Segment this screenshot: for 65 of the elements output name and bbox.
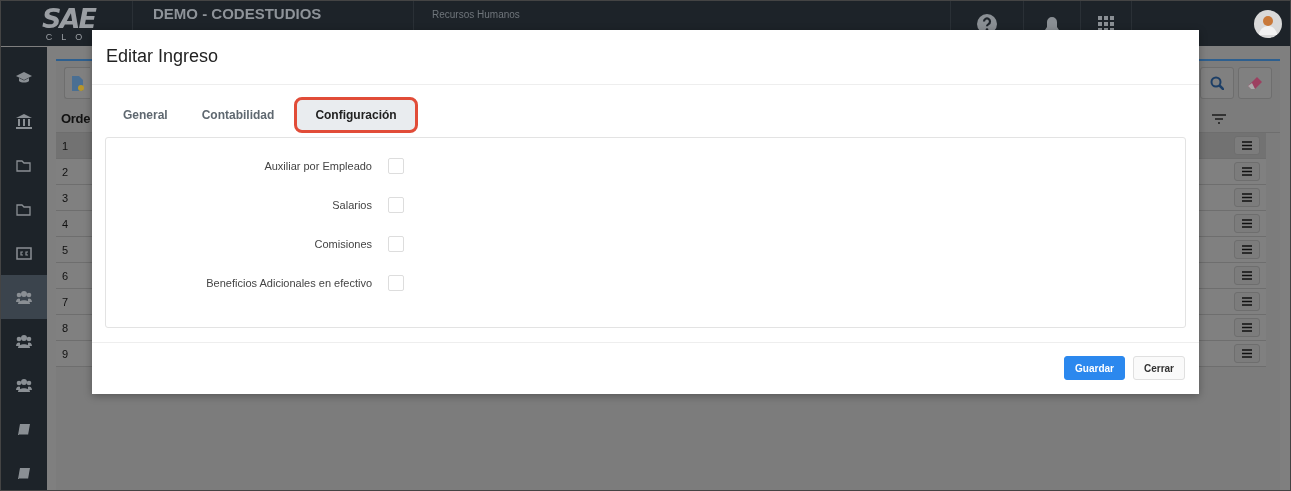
column-header[interactable]: Orde — [61, 111, 91, 126]
cc-icon — [16, 245, 32, 261]
menu-icon — [1242, 349, 1252, 358]
table-cell: 8 — [62, 321, 69, 334]
save-button[interactable]: Guardar — [1064, 356, 1125, 381]
users-icon — [16, 289, 32, 305]
module-name: Recursos Humanos — [432, 9, 521, 20]
avatar-icon[interactable] — [1254, 9, 1282, 38]
logo-subtext: CLO — [45, 31, 92, 42]
users-icon — [16, 377, 32, 393]
menu-icon — [1242, 297, 1252, 306]
document-icon — [71, 75, 84, 91]
bell-icon[interactable] — [1044, 16, 1060, 31]
folder-icon — [16, 157, 32, 173]
field-label: Beneficios Adicionales en efectivo — [205, 276, 373, 289]
checkbox[interactable] — [388, 196, 404, 213]
book-icon — [16, 421, 32, 437]
table-cell: 4 — [62, 217, 69, 230]
menu-icon — [1242, 323, 1252, 332]
close-button[interactable]: Cerrar — [1132, 356, 1185, 381]
menu-icon — [1242, 193, 1252, 202]
row-menu-button[interactable] — [1234, 240, 1260, 259]
table-cell: 9 — [62, 347, 69, 360]
table-cell: 3 — [62, 191, 69, 204]
table-cell: 1 — [62, 139, 69, 152]
row-menu-button[interactable] — [1234, 188, 1260, 207]
search-icon — [1210, 76, 1224, 90]
eraser-button[interactable] — [1238, 67, 1272, 99]
row-menu-button[interactable] — [1234, 266, 1260, 285]
book-icon — [16, 465, 32, 481]
menu-icon — [1242, 141, 1252, 150]
graduation-cap-icon — [16, 69, 32, 85]
menu-icon — [1242, 167, 1252, 176]
table-cell: 5 — [62, 243, 69, 256]
bank-icon — [16, 113, 32, 129]
row-menu-button[interactable] — [1234, 318, 1260, 337]
row-menu-button[interactable] — [1234, 292, 1260, 311]
field-label: Salarios — [331, 198, 373, 211]
row-menu-button[interactable] — [1234, 214, 1260, 233]
checkbox[interactable] — [388, 235, 404, 252]
folder-icon — [16, 201, 32, 217]
row-menu-button[interactable] — [1234, 136, 1260, 155]
logo-text: SAE — [42, 5, 95, 32]
field-label: Auxiliar por Empleado — [263, 159, 373, 172]
search-button[interactable] — [1200, 67, 1234, 99]
users-icon — [16, 333, 32, 349]
table-cell: 7 — [62, 295, 69, 308]
field-label: Comisiones — [313, 237, 373, 250]
company-name: DEMO - CODESTUDIOS — [153, 5, 323, 22]
row-menu-button[interactable] — [1234, 344, 1260, 363]
tab[interactable]: General — [109, 96, 182, 133]
menu-icon — [1242, 219, 1252, 228]
sidebar-item[interactable] — [1, 275, 47, 319]
table-cell: 2 — [62, 165, 69, 178]
menu-icon — [1242, 245, 1252, 254]
eraser-icon — [1247, 76, 1263, 90]
row-menu-button[interactable] — [1234, 162, 1260, 181]
tab[interactable]: Contabilidad — [187, 96, 289, 133]
filter-icon[interactable] — [1212, 113, 1226, 124]
menu-icon — [1242, 271, 1252, 280]
dialog-title: Editar Ingreso — [92, 30, 1199, 85]
table-cell: 6 — [62, 269, 69, 282]
checkbox[interactable] — [388, 157, 404, 174]
checkbox[interactable] — [388, 274, 404, 291]
tab[interactable]: Configuración — [294, 96, 418, 133]
